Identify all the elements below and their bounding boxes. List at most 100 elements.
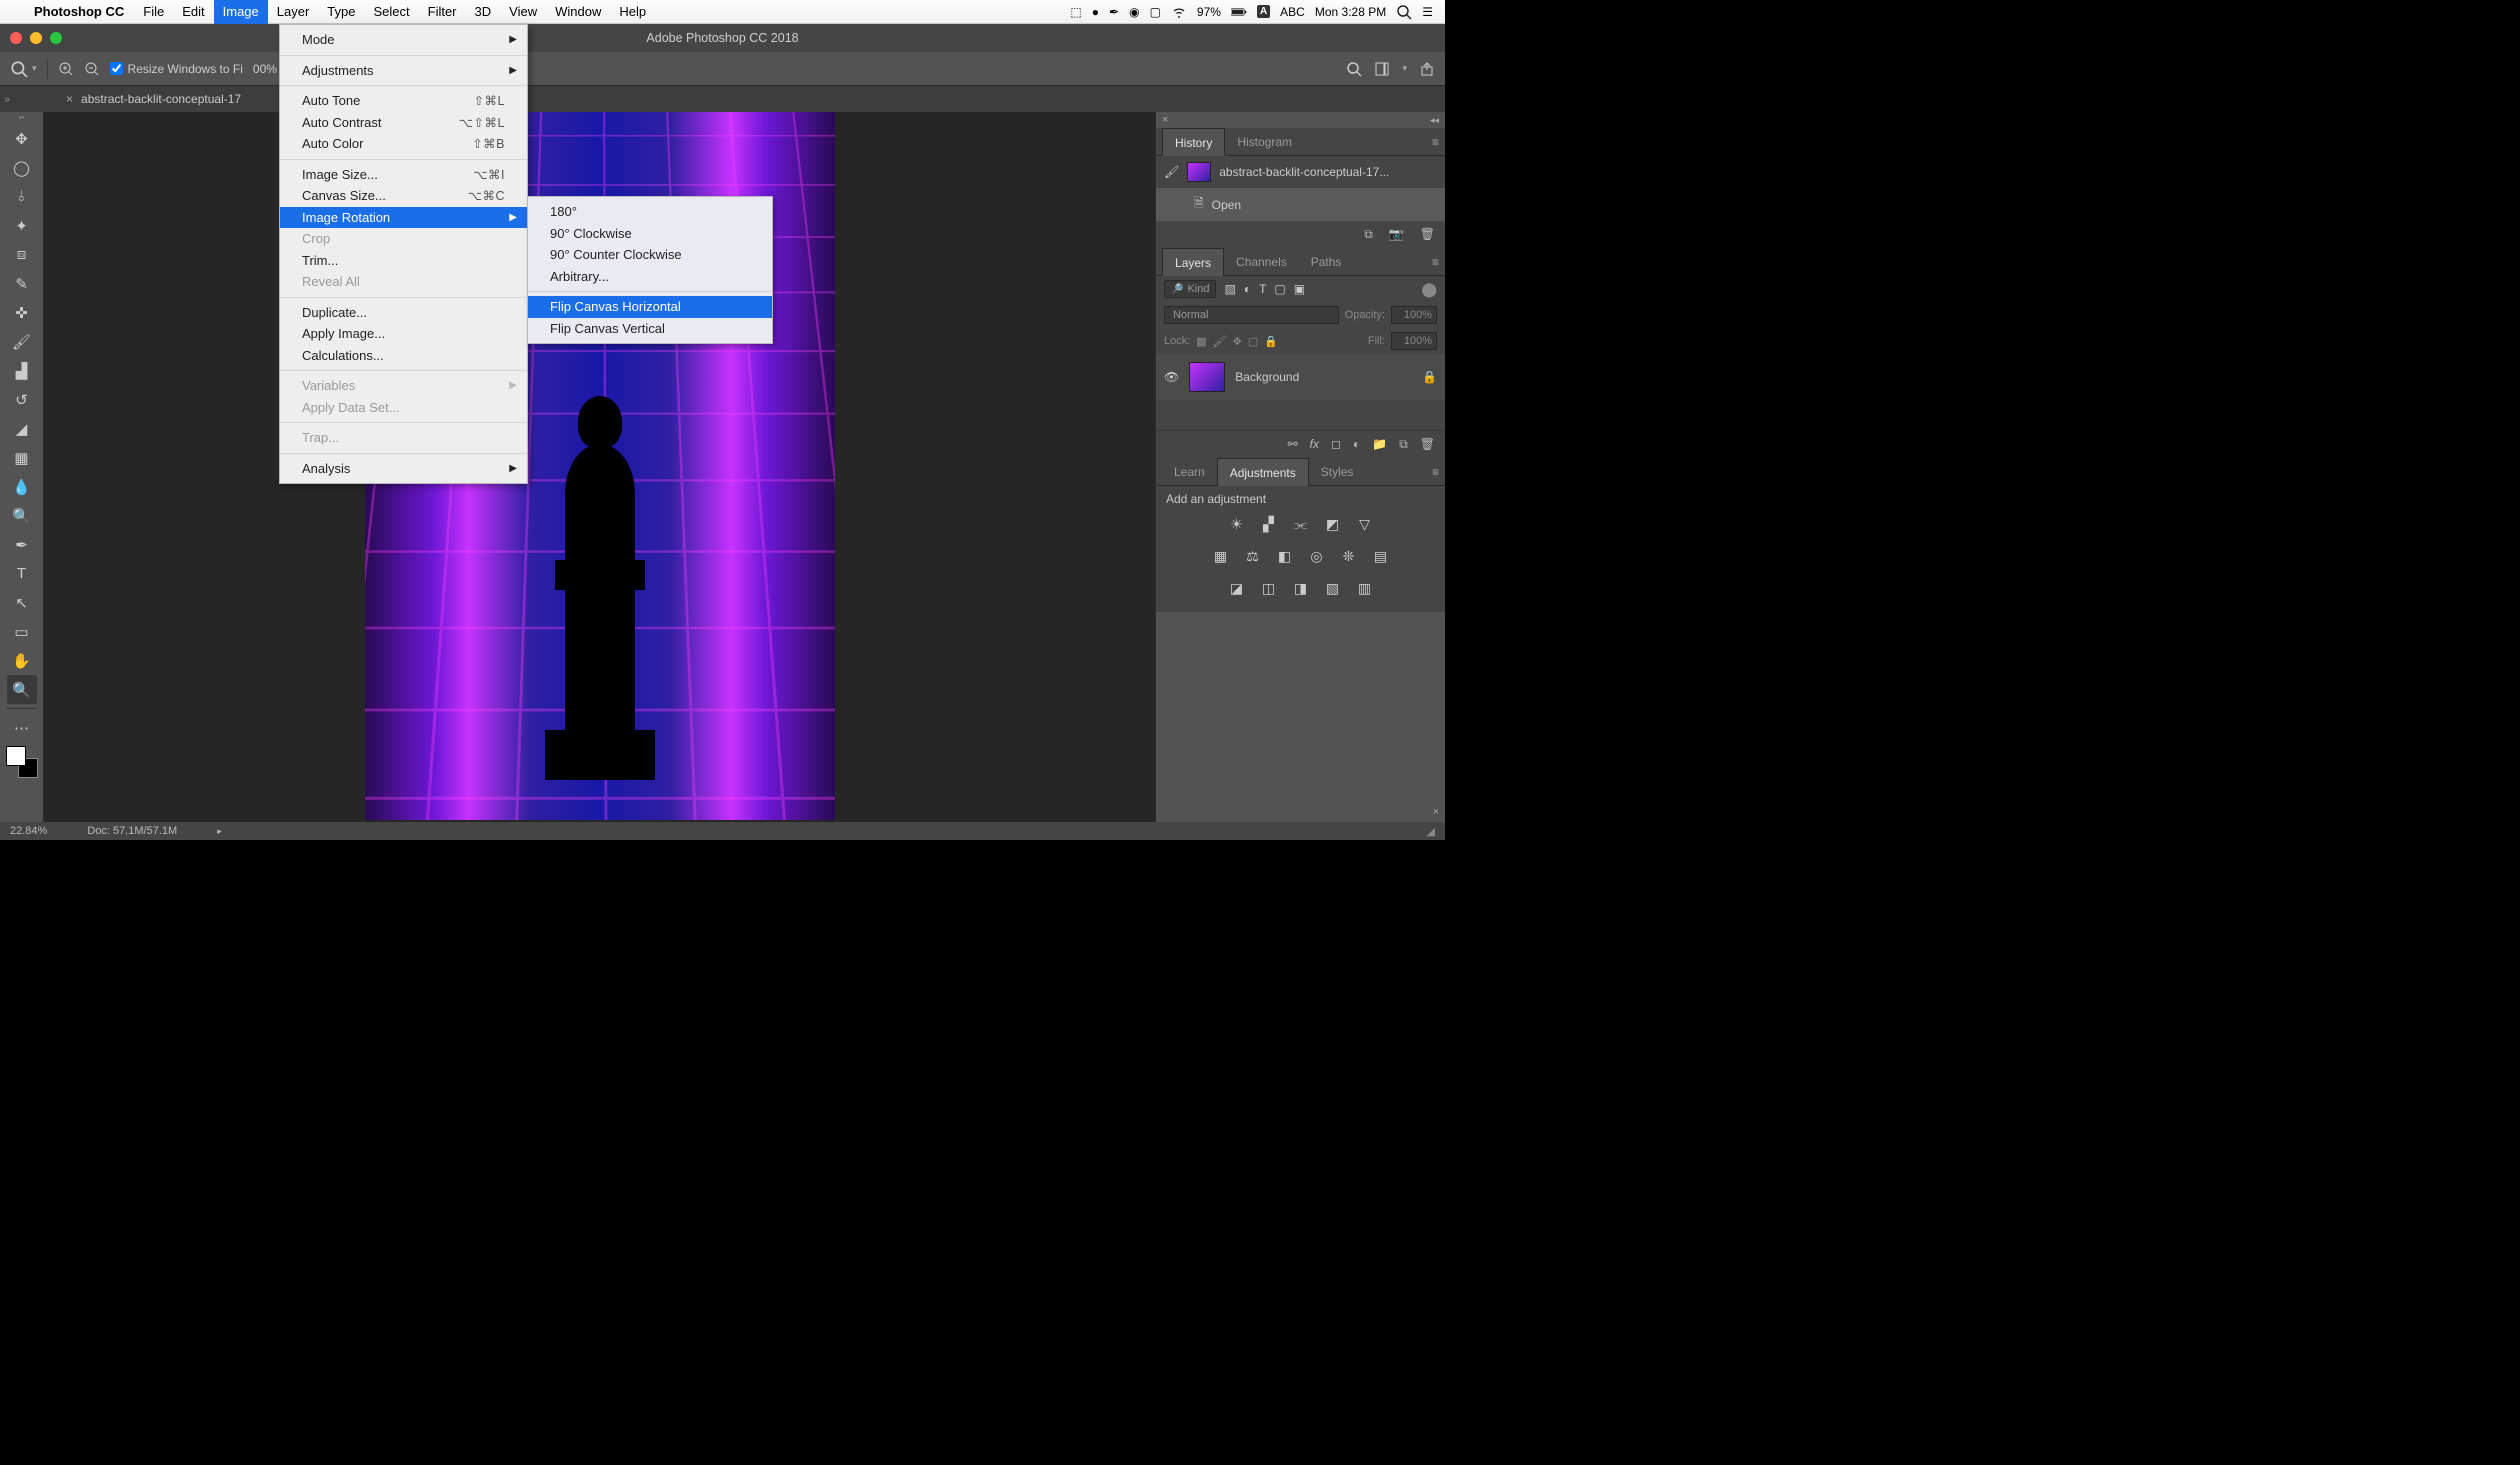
filter-adjust-icon[interactable]: ◐	[1244, 282, 1251, 296]
menu-mode[interactable]: Mode▶	[280, 29, 527, 51]
lock-image-icon[interactable]: 🖌	[1213, 335, 1227, 348]
airplay-icon[interactable]: ▢	[1150, 5, 1161, 19]
close-tab-icon[interactable]: ×	[66, 86, 73, 112]
search-icon[interactable]	[1346, 61, 1362, 77]
lock-pos-icon[interactable]: ✥	[1233, 335, 1242, 348]
selective-color-icon[interactable]: ▥	[1354, 578, 1376, 598]
menu-canvas-size[interactable]: Canvas Size...⌥⌘C	[280, 185, 527, 207]
spotlight-icon[interactable]	[1396, 4, 1412, 20]
channel-mixer-icon[interactable]: ❊	[1338, 546, 1360, 566]
delete-layer-icon[interactable]: 🗑	[1420, 437, 1435, 452]
layer-background[interactable]: 👁 Background 🔒	[1156, 354, 1445, 400]
menu-auto-color[interactable]: Auto Color⇧⌘B	[280, 133, 527, 155]
gradient-map-icon[interactable]: ▧	[1322, 578, 1344, 598]
app-name[interactable]: Photoshop CC	[24, 4, 134, 19]
shape-tool-icon[interactable]: ▭	[7, 617, 37, 646]
new-doc-from-state-icon[interactable]: ⧉	[1364, 227, 1373, 242]
healing-tool-icon[interactable]: ✜	[7, 298, 37, 327]
menu-window[interactable]: Window	[546, 0, 610, 24]
menu-edit[interactable]: Edit	[173, 0, 213, 24]
rotate-90-ccw[interactable]: 90° Counter Clockwise	[528, 244, 772, 266]
type-tool-icon[interactable]: T	[7, 559, 37, 588]
gradient-tool-icon[interactable]: ▦	[7, 443, 37, 472]
rotate-arbitrary[interactable]: Arbitrary...	[528, 266, 772, 288]
rotate-180[interactable]: 180°	[528, 201, 772, 223]
menu-extras-icon[interactable]: ☰	[1422, 5, 1433, 19]
tray-circle-icon[interactable]: ●	[1092, 5, 1099, 19]
color-balance-icon[interactable]: ⚖	[1242, 546, 1264, 566]
histogram-tab[interactable]: Histogram	[1225, 128, 1304, 156]
fx-icon[interactable]: fx	[1310, 437, 1319, 452]
layer-visibility-icon[interactable]: 👁	[1164, 370, 1179, 384]
panel-close-icon[interactable]: ×	[1162, 114, 1168, 126]
menu-layer[interactable]: Layer	[268, 0, 319, 24]
invert-icon[interactable]: ◪	[1226, 578, 1248, 598]
menu-adjustments[interactable]: Adjustments▶	[280, 60, 527, 82]
blend-mode-select[interactable]: Normal	[1164, 306, 1339, 324]
eyedropper-tool-icon[interactable]: ✎	[7, 269, 37, 298]
wifi-icon[interactable]	[1171, 4, 1187, 20]
document-tab[interactable]: × abstract-backlit-conceptual-17	[54, 86, 253, 112]
menu-type[interactable]: Type	[318, 0, 364, 24]
clock[interactable]: Mon 3:28 PM	[1315, 5, 1386, 19]
learn-tab[interactable]: Learn	[1162, 458, 1217, 486]
adj-menu-icon[interactable]: ≡	[1432, 465, 1439, 479]
hue-icon[interactable]: ▦	[1210, 546, 1232, 566]
blur-tool-icon[interactable]: 💧	[7, 472, 37, 501]
stamp-tool-icon[interactable]: ▟	[7, 356, 37, 385]
zoom-in-icon[interactable]	[58, 61, 74, 77]
lookup-icon[interactable]: ▤	[1370, 546, 1392, 566]
filter-toggle-icon[interactable]: ⬤	[1421, 281, 1437, 298]
menu-select[interactable]: Select	[364, 0, 418, 24]
crop-tool-icon[interactable]: ⧈	[7, 240, 37, 269]
mask-icon[interactable]: ◻	[1331, 437, 1341, 452]
menu-image-rotation[interactable]: Image Rotation▶	[280, 207, 527, 229]
flip-canvas-vertical[interactable]: Flip Canvas Vertical	[528, 318, 772, 340]
menu-file[interactable]: File	[134, 0, 173, 24]
posterize-icon[interactable]: ◫	[1258, 578, 1280, 598]
tab-overflow-icon[interactable]: »	[0, 94, 14, 105]
close-window-button[interactable]	[10, 32, 22, 44]
filter-smart-icon[interactable]: ▣	[1294, 282, 1305, 296]
menu-duplicate[interactable]: Duplicate...	[280, 302, 527, 324]
frame-icon[interactable]	[1374, 61, 1390, 77]
menu-filter[interactable]: Filter	[419, 0, 466, 24]
layers-menu-icon[interactable]: ≡	[1432, 255, 1439, 269]
lock-trans-icon[interactable]: ▩	[1196, 335, 1206, 348]
photo-filter-icon[interactable]: ◎	[1306, 546, 1328, 566]
zoom-out-icon[interactable]	[84, 61, 100, 77]
menu-trim[interactable]: Trim...	[280, 250, 527, 272]
filter-pixel-icon[interactable]: ▧	[1224, 282, 1235, 296]
marquee-tool-icon[interactable]: ◯	[7, 153, 37, 182]
menu-analysis[interactable]: Analysis▶	[280, 458, 527, 480]
tray-feather-icon[interactable]: ✒	[1109, 5, 1119, 19]
adjustments-panel-tab[interactable]: Adjustments	[1217, 458, 1309, 486]
adj-layer-icon[interactable]: ◐	[1353, 437, 1360, 452]
group-icon[interactable]: 📁	[1372, 437, 1387, 452]
share-icon[interactable]	[1419, 61, 1435, 77]
layer-filter-kind[interactable]: 🔎Kind	[1164, 280, 1216, 298]
edit-toolbar-icon[interactable]: ⋯	[7, 713, 37, 742]
panel-group-close-icon[interactable]: ×	[1433, 806, 1439, 818]
history-source-row[interactable]: 🖌 abstract-backlit-conceptual-17...	[1156, 156, 1445, 188]
history-tab[interactable]: History	[1162, 128, 1225, 156]
snapshot-icon[interactable]: 📷	[1389, 227, 1404, 242]
menu-auto-contrast[interactable]: Auto Contrast⌥⇧⌘L	[280, 112, 527, 134]
lock-artboard-icon[interactable]: ▢	[1248, 335, 1258, 348]
menu-image[interactable]: Image	[214, 0, 268, 24]
exposure-icon[interactable]: ◩	[1322, 514, 1344, 534]
panel-menu-icon[interactable]: ≡	[1432, 135, 1439, 149]
input-source-badge[interactable]: A	[1257, 5, 1270, 18]
zoom-tool-active-icon[interactable]: 🔍	[7, 675, 37, 704]
hand-tool-icon[interactable]: ✋	[7, 646, 37, 675]
pen-tool-icon[interactable]: ✒	[7, 530, 37, 559]
flip-canvas-horizontal[interactable]: Flip Canvas Horizontal	[528, 296, 772, 318]
menu-image-size[interactable]: Image Size...⌥⌘I	[280, 164, 527, 186]
rotate-90-cw[interactable]: 90° Clockwise	[528, 223, 772, 245]
brightness-icon[interactable]: ☀	[1226, 514, 1248, 534]
new-layer-icon[interactable]: ⧉	[1399, 437, 1408, 452]
move-tool-icon[interactable]: ✥	[7, 124, 37, 153]
lock-all-icon[interactable]: 🔒	[1264, 335, 1278, 348]
status-zoom[interactable]: 22.84%	[10, 825, 47, 837]
history-state-open[interactable]: 🗎 Open	[1156, 188, 1445, 221]
